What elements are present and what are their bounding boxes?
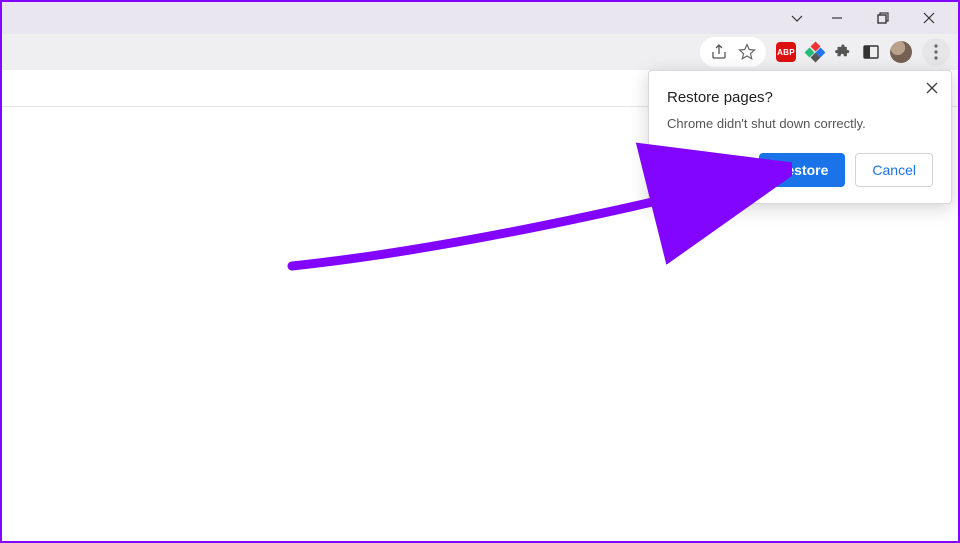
cancel-button[interactable]: Cancel (855, 153, 933, 187)
dialog-title: Restore pages? (667, 89, 933, 106)
address-bar-actions (700, 37, 766, 67)
profile-avatar[interactable] (890, 41, 912, 63)
abp-extension-icon[interactable]: ABP (776, 42, 796, 62)
dialog-close-button[interactable] (921, 77, 943, 99)
star-icon[interactable] (738, 43, 756, 61)
dialog-actions: Restore Cancel (667, 153, 933, 187)
dialog-message: Chrome didn't shut down correctly. (667, 116, 933, 131)
window-close-button[interactable] (906, 3, 952, 33)
kebab-menu-button[interactable] (922, 38, 950, 66)
maximize-button[interactable] (860, 3, 906, 33)
restore-button[interactable]: Restore (759, 153, 845, 187)
page-content: Restore pages? Chrome didn't shut down c… (2, 70, 958, 541)
share-icon[interactable] (710, 43, 728, 61)
window-titlebar (2, 2, 958, 34)
minimize-button[interactable] (814, 3, 860, 33)
extensions-puzzle-icon[interactable] (834, 43, 852, 61)
chevron-down-icon[interactable] (780, 3, 814, 33)
side-panel-icon[interactable] (862, 43, 880, 61)
extension-diamond-icon[interactable] (806, 43, 824, 61)
restore-pages-dialog: Restore pages? Chrome didn't shut down c… (648, 70, 952, 204)
browser-toolbar: ABP (2, 34, 958, 70)
